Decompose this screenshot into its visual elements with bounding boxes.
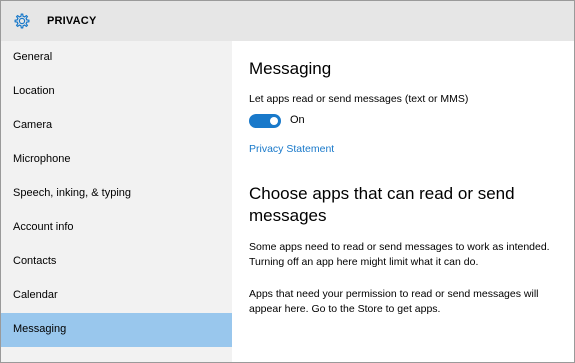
privacy-statement-link[interactable]: Privacy Statement	[249, 143, 334, 155]
sidebar-item-label: Location	[13, 85, 55, 97]
sidebar-item-account-info[interactable]: Account info	[1, 211, 232, 245]
sidebar-item-label: Calendar	[13, 289, 58, 301]
sidebar-item-label: Speech, inking, & typing	[13, 187, 132, 199]
info-text-line4: appear here. Go to the Store to get apps…	[249, 303, 441, 315]
settings-window: PRIVACY General Location Camera Micropho…	[0, 0, 575, 363]
info-text-line3: Apps that need your permission to read o…	[249, 288, 539, 300]
title-bar: PRIVACY	[1, 1, 574, 41]
sidebar-item-label: Account info	[13, 221, 74, 233]
sidebar-item-messaging[interactable]: Messaging	[1, 313, 232, 347]
sidebar-item-label: Camera	[13, 119, 53, 131]
sidebar-item-label: Microphone	[13, 153, 71, 165]
sidebar: General Location Camera Microphone Speec…	[1, 41, 232, 362]
sidebar-item-speech-inking-typing[interactable]: Speech, inking, & typing	[1, 177, 232, 211]
sidebar-item-camera[interactable]: Camera	[1, 109, 232, 143]
toggle-state-label: On	[290, 114, 305, 126]
main-content: Messaging Let apps read or send messages…	[232, 41, 574, 362]
section-title: Messaging	[249, 59, 332, 78]
sidebar-item-calendar[interactable]: Calendar	[1, 279, 232, 313]
sidebar-item-label: General	[13, 51, 53, 63]
choose-apps-title-line1: Choose apps that can read or send	[249, 184, 515, 203]
messaging-toggle[interactable]	[249, 114, 281, 128]
sidebar-item-microphone[interactable]: Microphone	[1, 143, 232, 177]
sidebar-item-location[interactable]: Location	[1, 75, 232, 109]
info-text-line2: Turning off an app here might limit what…	[249, 256, 479, 268]
setting-label: Let apps read or send messages (text or …	[249, 93, 469, 105]
info-text-line1: Some apps need to read or send messages …	[249, 241, 550, 253]
sidebar-item-contacts[interactable]: Contacts	[1, 245, 232, 279]
gear-icon	[12, 11, 32, 31]
choose-apps-title-line2: messages	[249, 206, 327, 225]
sidebar-item-label: Messaging	[13, 323, 67, 335]
sidebar-item-general[interactable]: General	[1, 41, 232, 75]
sidebar-item-label: Contacts	[13, 255, 57, 267]
page-title: PRIVACY	[47, 15, 97, 27]
toggle-knob	[270, 117, 278, 125]
